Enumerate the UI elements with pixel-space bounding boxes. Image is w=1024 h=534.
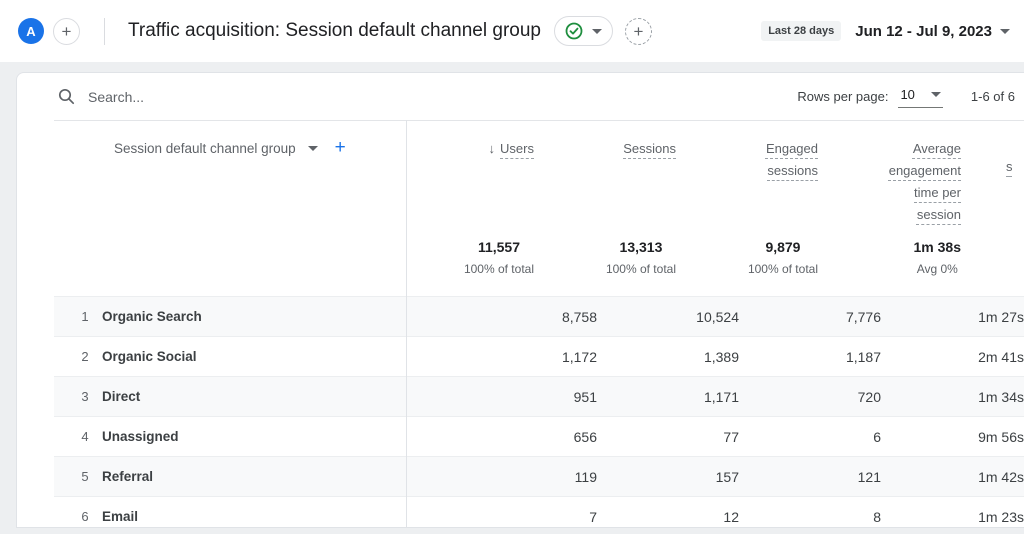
column-header-overflow-fragment: s [1006,159,1013,174]
table-row[interactable]: 5 Referral 119 157 121 1m 42s [54,456,1024,496]
chevron-down-icon [308,146,318,151]
total-sessions: 13,313 100% of total [534,239,676,296]
date-range-label: Jun 12 - Jul 9, 2023 [855,23,992,40]
pagination-controls: Rows per page: 10 1-6 of 6 [797,73,1015,120]
table-row[interactable]: 4 Unassigned 656 77 6 9m 56s [54,416,1024,456]
chevron-down-icon [931,92,941,97]
avatar[interactable]: A [18,18,44,44]
report-table-card: Rows per page: 10 1-6 of 6 Session defau… [16,72,1024,528]
total-avg-engagement-time: 1m 38s Avg 0% [818,239,961,296]
data-quality-badge[interactable] [554,16,613,46]
channel-name: Organic Social [102,349,469,364]
dimension-header-dropdown[interactable]: Session default channel group [114,141,296,156]
chevron-down-icon [592,29,602,34]
table-toolbar: Rows per page: 10 1-6 of 6 [17,73,1024,120]
search-input[interactable] [88,89,388,105]
column-divider [406,120,407,528]
plus-icon: + [634,23,644,40]
channel-name: Direct [102,389,469,404]
total-engaged-sessions: 9,879 100% of total [676,239,818,296]
add-comparison-button[interactable]: + [53,18,80,45]
header-divider [104,18,105,45]
rows-per-page-label: Rows per page: [797,89,888,104]
column-header-engaged-sessions[interactable]: Engaged sessions [676,138,818,239]
channel-name: Referral [102,469,469,484]
date-range-picker[interactable]: Last 28 days Jun 12 - Jul 9, 2023 [761,21,1010,41]
column-header-users[interactable]: ↓Users [406,138,534,239]
app-bar: A + Traffic acquisition: Session default… [0,0,1024,62]
table-row[interactable]: 2 Organic Social 1,172 1,389 1,187 2m 41… [54,336,1024,376]
rows-per-page-select[interactable]: 10 [898,85,942,108]
data-table: Session default channel group + ↓Users S… [54,120,1024,528]
table-row[interactable]: 6 Email 7 12 8 1m 23s [54,496,1024,528]
plus-icon: + [62,23,72,40]
totals-row: 11,557 100% of total 13,313 100% of tota… [54,239,1024,296]
total-users: 11,557 100% of total [406,239,534,296]
chevron-down-icon [1000,29,1010,34]
check-circle-icon [565,22,583,40]
page-info: 1-6 of 6 [971,89,1015,104]
table-row[interactable]: 1 Organic Search 8,758 10,524 7,776 1m 2… [54,296,1024,336]
search-icon [58,88,75,105]
table-header-row: Session default channel group + ↓Users S… [54,121,1024,239]
column-header-avg-engagement-time[interactable]: Average engagement time per session [818,138,961,239]
dimension-header-cell: Session default channel group + [54,138,406,239]
channel-name: Email [102,509,469,524]
channel-name: Organic Search [102,309,469,324]
table-row[interactable]: 3 Direct 951 1,171 720 1m 34s [54,376,1024,416]
rows-per-page-value: 10 [900,87,914,102]
column-header-sessions[interactable]: Sessions [534,138,676,239]
add-dimension-button[interactable]: + [335,137,346,159]
customize-report-button[interactable]: + [625,18,652,45]
page-title: Traffic acquisition: Session default cha… [128,20,541,42]
channel-name: Unassigned [102,429,469,444]
sort-descending-icon: ↓ [489,141,496,156]
date-preset-chip: Last 28 days [761,21,841,41]
